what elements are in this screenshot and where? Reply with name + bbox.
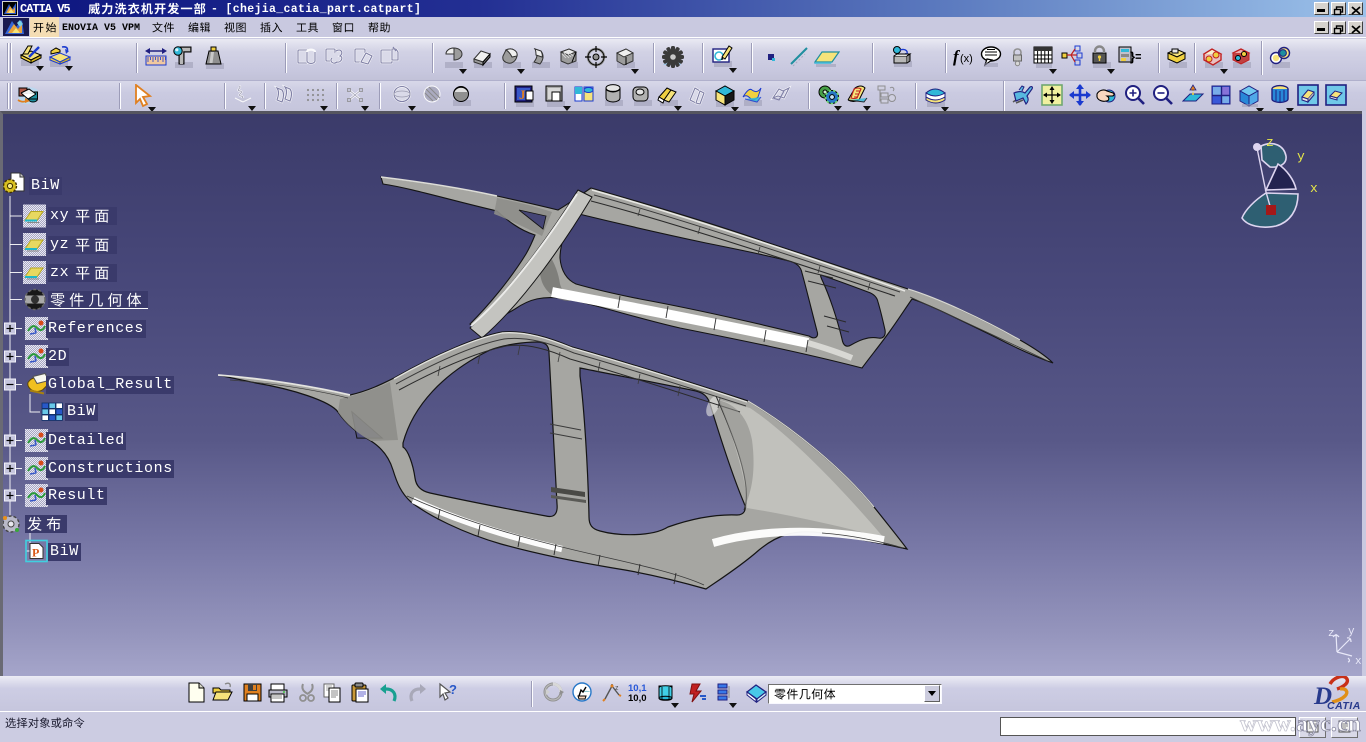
svg-text:z: z — [615, 685, 619, 692]
svg-text:(x): (x) — [960, 53, 973, 65]
svg-text:CATIA: CATIA — [1327, 700, 1361, 711]
svg-text:J: J — [519, 87, 526, 102]
svg-text:?: ? — [449, 682, 457, 697]
svg-text:P: P — [32, 546, 39, 560]
svg-text:}=: }= — [1130, 49, 1141, 64]
svg-text:10,0: 10,0 — [628, 693, 647, 704]
